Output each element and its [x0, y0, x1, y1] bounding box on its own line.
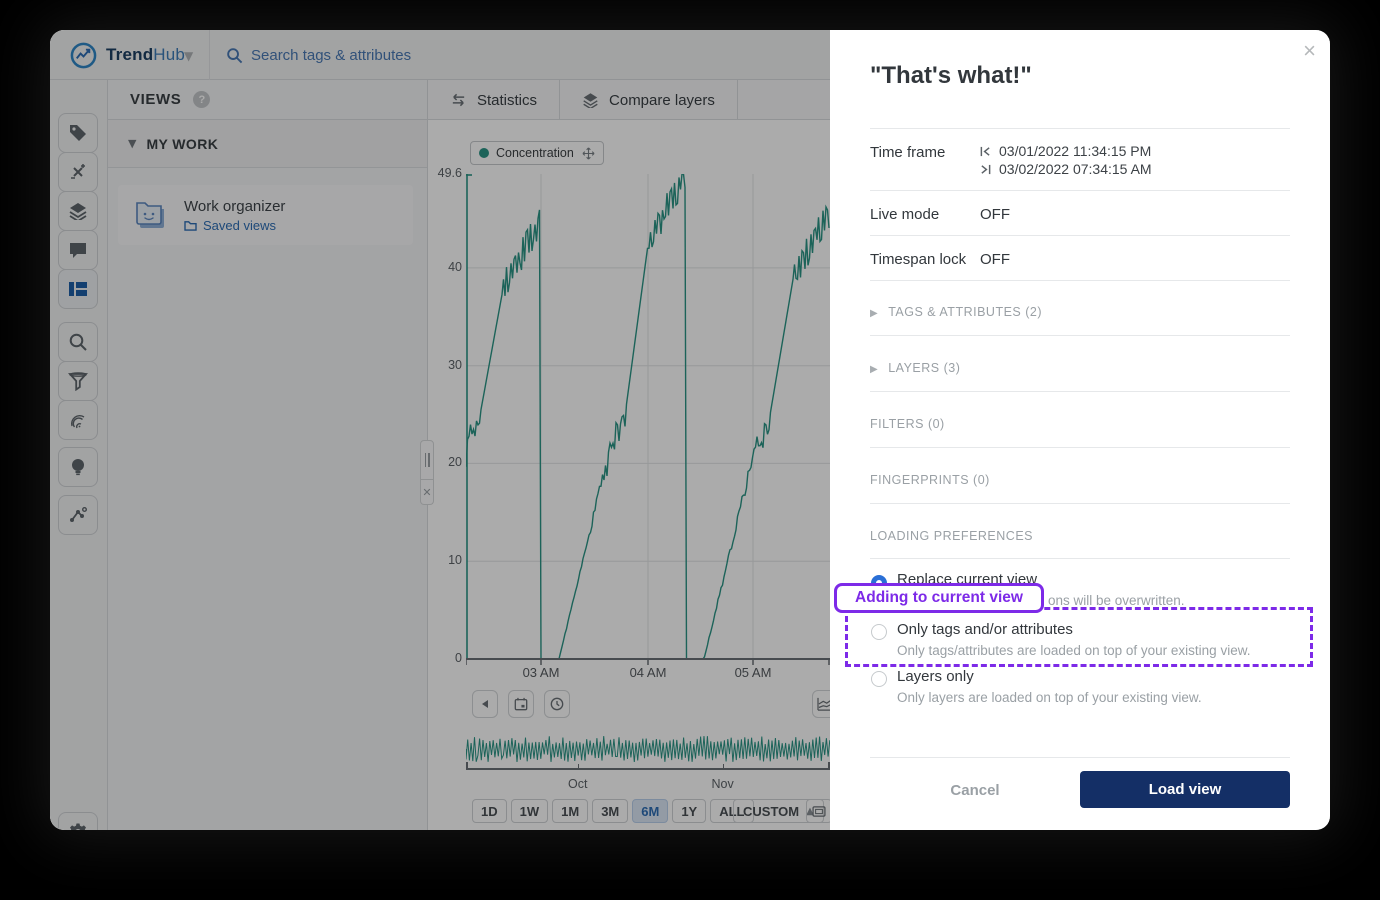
live-mode-value: OFF	[980, 206, 1010, 223]
section-layers[interactable]: ▶ LAYERS (3)	[870, 361, 960, 375]
cancel-button[interactable]: Cancel	[930, 782, 1020, 799]
timespan-lock-label: Timespan lock	[870, 251, 967, 268]
timespan-lock-value: OFF	[980, 251, 1010, 268]
radio-replace-sub: ons will be overwritten.	[1048, 593, 1185, 608]
section-fingerprints: FINGERPRINTS (0)	[870, 473, 990, 487]
section-tags-attributes[interactable]: ▶ TAGS & ATTRIBUTES (2)	[870, 305, 1042, 319]
timeframe-label: Time frame	[870, 144, 946, 161]
jump-to-end-icon	[981, 164, 991, 174]
annotation-dashed-box	[845, 607, 1313, 667]
close-icon[interactable]: ×	[1303, 38, 1316, 64]
load-view-button[interactable]: Load view	[1080, 771, 1290, 808]
jump-to-start-icon	[980, 146, 990, 156]
section-filters: FILTERS (0)	[870, 417, 945, 431]
live-mode-label: Live mode	[870, 206, 940, 223]
timeframe-end: 03/02/2022 07:34:15 AM	[980, 161, 1152, 177]
load-view-modal: × "That's what!" Time frame 03/01/2022 1…	[830, 30, 1330, 830]
chevron-right-icon: ▶	[870, 308, 879, 319]
modal-title: "That's what!"	[870, 62, 1032, 89]
section-loading-preferences: LOADING PREFERENCES	[870, 529, 1034, 543]
radio-layers-only[interactable]	[871, 671, 887, 687]
app-window: TrendHub ▼ Search tags & attributes VIEW…	[50, 30, 1330, 830]
radio-layers-only-label[interactable]: Layers only	[897, 668, 974, 685]
screenshot-stage: TrendHub ▼ Search tags & attributes VIEW…	[0, 0, 1380, 900]
radio-layers-only-sub: Only layers are loaded on top of your ex…	[897, 690, 1202, 705]
timeframe-start: 03/01/2022 11:34:15 PM	[980, 143, 1151, 159]
chevron-right-icon: ▶	[870, 364, 879, 375]
annotation-callout: Adding to current view	[834, 583, 1044, 613]
